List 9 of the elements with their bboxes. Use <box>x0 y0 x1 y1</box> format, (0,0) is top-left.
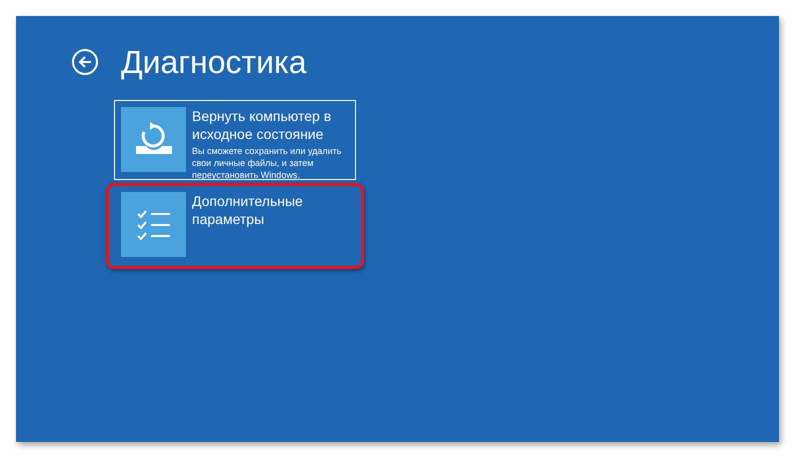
option-description: Вы сможете сохранить или удалить свои личные файлы, и затем переустановить Windows. <box>192 145 342 181</box>
page-title: Диагностика <box>121 43 307 82</box>
option-tile[interactable]: Дополнительные параметры <box>114 185 356 265</box>
back-arrow-icon <box>78 56 92 68</box>
option-title: Вернуть компьютер в исходное состояние <box>192 107 332 143</box>
checklist-icon <box>136 210 170 240</box>
back-button[interactable] <box>72 49 98 75</box>
option-title: Дополнительные параметры <box>192 192 304 228</box>
option-tile[interactable]: Вернуть компьютер в исходное состояние Вы сможете сохранить или удалить свои личные файлы, и затем переустановить Windows. <box>114 100 356 180</box>
